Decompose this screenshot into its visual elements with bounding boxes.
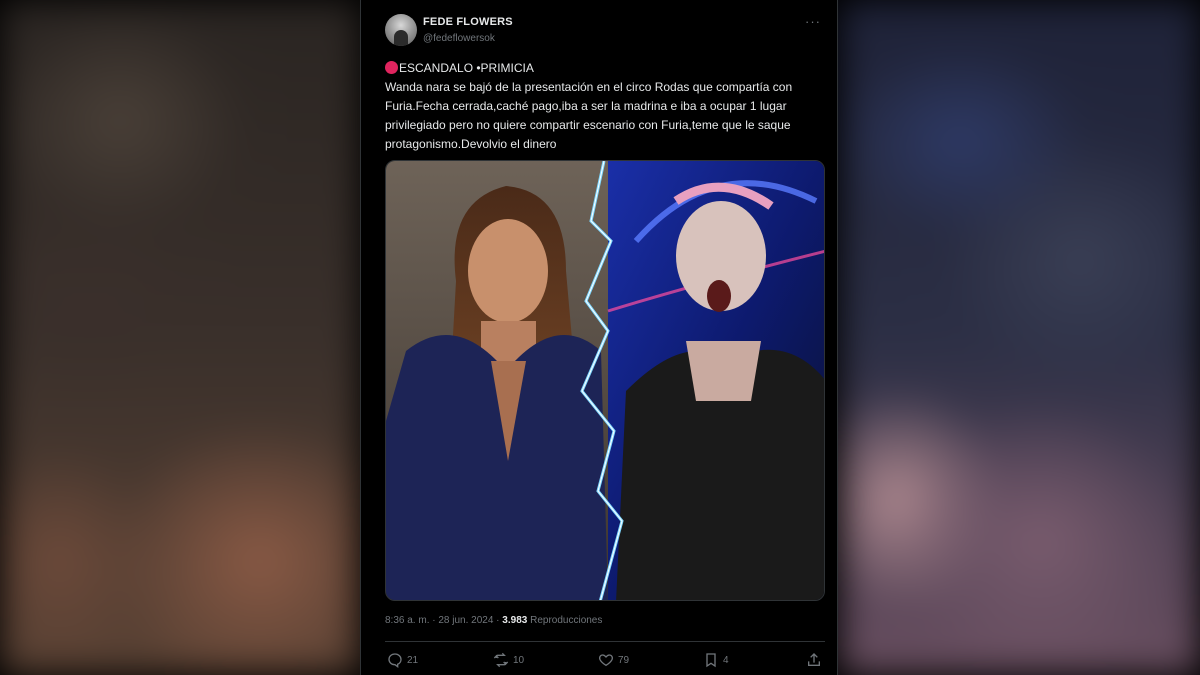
like-button[interactable]: 79 <box>598 652 629 668</box>
tweet-text: ESCANDALO •PRIMICIA Wanda nara se bajó d… <box>385 59 823 154</box>
views-count: 3.983 <box>502 615 528 626</box>
tweet-header: FEDE FLOWERS @fedeflowersok ··· <box>385 14 825 50</box>
reply-button[interactable]: 21 <box>387 652 418 668</box>
left-person-face <box>468 219 548 323</box>
repost-count: 10 <box>513 654 525 666</box>
red-circle-icon <box>385 61 398 74</box>
bookmark-button[interactable]: 4 <box>703 652 729 668</box>
author-display-name[interactable]: FEDE FLOWERS <box>423 16 513 28</box>
views-label: Reproducciones <box>527 615 603 626</box>
author-handle[interactable]: @fedeflowersok <box>423 33 495 44</box>
divider <box>385 641 825 642</box>
tweet-card: FEDE FLOWERS @fedeflowersok ··· ESCANDAL… <box>360 0 838 675</box>
timestamp[interactable]: 8:36 a. m. · 28 jun. 2024 · <box>385 615 502 626</box>
bookmark-icon <box>706 653 716 668</box>
tweet-meta: 8:36 a. m. · 28 jun. 2024 · 3.983 Reprod… <box>385 615 602 626</box>
tweet-media[interactable] <box>385 160 825 601</box>
bookmark-count: 4 <box>723 654 729 666</box>
like-count: 79 <box>618 654 630 666</box>
tweet-text-headline: ESCANDALO •PRIMICIA <box>399 61 534 75</box>
blurred-background-right <box>840 0 1200 675</box>
repost-button[interactable]: 10 <box>493 652 524 668</box>
action-bar: 21 10 79 4 <box>385 652 825 670</box>
reply-count: 21 <box>407 654 419 666</box>
share-button[interactable] <box>806 652 822 668</box>
reply-icon <box>388 653 402 668</box>
more-icon[interactable]: ··· <box>805 14 821 29</box>
photo-collage <box>386 161 824 600</box>
avatar-icon[interactable] <box>385 14 417 46</box>
screen: FEDE FLOWERS @fedeflowersok ··· ESCANDAL… <box>0 0 1200 675</box>
tweet-text-body: Wanda nara se bajó de la presentación en… <box>385 80 793 151</box>
share-icon <box>808 653 820 666</box>
blurred-background-left <box>0 0 360 675</box>
repost-icon <box>493 652 509 668</box>
heart-icon <box>599 654 613 667</box>
